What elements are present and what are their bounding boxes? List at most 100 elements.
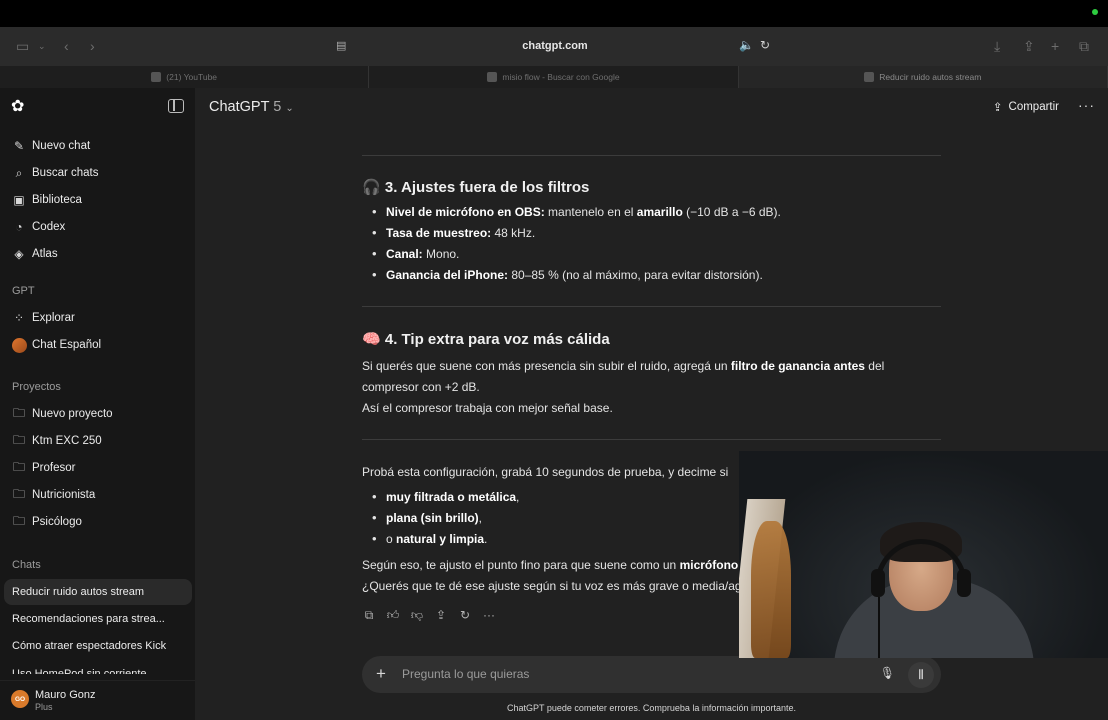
brain-icon: 🧠 [362, 331, 381, 348]
thumbs-up-icon[interactable]: 👍︎ [386, 608, 400, 623]
chat-item[interactable]: Reducir ruido autos stream [4, 579, 192, 605]
chat-item[interactable]: Uso HomePod sin corriente [4, 660, 192, 674]
url-text[interactable]: chatgpt.com [330, 40, 780, 52]
reload-icon[interactable]: ↻ [760, 38, 770, 52]
text: Si querés que suene con más presencia si… [362, 359, 731, 373]
prompt-composer[interactable]: + Pregunta lo que quieras 🎙︎ ⫼ [362, 656, 941, 693]
text: . [484, 532, 488, 546]
sidebar-item-atlas[interactable]: ◈ Atlas [4, 241, 192, 267]
sidebar-item-label: Chat Español [32, 339, 102, 351]
chat-header: ChatGPT 5 ⌄ ⇪ Compartir ··· [195, 88, 1108, 128]
sidebar-toggle-icon[interactable]: ▭ [16, 37, 29, 55]
forward-icon[interactable]: › [90, 37, 95, 55]
divider [362, 439, 941, 440]
new-tab-icon[interactable]: + [1051, 37, 1059, 55]
chevron-down-icon: ⌄ [285, 103, 294, 114]
copy-icon[interactable]: ⧉ [362, 608, 376, 623]
regenerate-icon[interactable]: ↻ [458, 608, 472, 623]
tab-bar: (21) YouTube misio flow - Buscar con Goo… [0, 66, 1108, 88]
folder-icon: 🗀 [12, 432, 25, 447]
list-item: o natural y limpia. [372, 531, 488, 546]
sidebar-item-explore[interactable]: ⁘ Explorar [4, 305, 192, 331]
gpt-heading: GPT [12, 285, 35, 297]
youtube-favicon [151, 72, 162, 82]
edit-icon: ✎ [13, 139, 25, 153]
text: Mono. [422, 247, 460, 261]
download-icon[interactable]: ⤓ [994, 37, 1000, 55]
library-icon: ▣ [13, 193, 25, 207]
new-folder-icon: 🗀 [12, 405, 25, 420]
sidebar-item-label: Biblioteca [32, 194, 82, 206]
sidebar-item-label: Psicólogo [32, 516, 82, 528]
text: , [516, 490, 520, 504]
chevron-down-icon[interactable]: ⌄ [38, 37, 46, 55]
chatgpt-logo-icon[interactable]: ✿ [11, 98, 29, 116]
sidebar-item-label: Ktm EXC 250 [32, 435, 102, 447]
voice-mode-button[interactable]: ⫼ [908, 662, 934, 688]
user-profile[interactable]: GO Mauro Gonz Plus [0, 680, 195, 720]
sidebar-item-project[interactable]: 🗀 Ktm EXC 250 [4, 428, 192, 454]
sidebar-item-label: Nuevo chat [32, 140, 91, 152]
sidebar-item-project[interactable]: 🗀 Psicólogo [4, 509, 192, 535]
bold-text: Nivel de micrófono en OBS: [386, 205, 545, 219]
sidebar-item-project[interactable]: 🗀 Nutricionista [4, 482, 192, 508]
sidebar-item-search-chats[interactable]: ⌕ Buscar chats [4, 160, 192, 186]
sidebar: ✿ ✎ Nuevo chat ⌕ Buscar chats ▣ Biblioteca … [0, 88, 195, 720]
add-icon[interactable]: + [376, 664, 386, 684]
audio-playing-icon[interactable]: 🔈 [739, 38, 754, 52]
list-item: Nivel de micrófono en OBS: mantenelo en … [372, 204, 781, 219]
sidebar-item-label: Explorar [32, 312, 75, 324]
thumbs-down-icon[interactable]: 👎︎ [410, 608, 424, 623]
disclaimer: ChatGPT puede cometer errores. Comprueba… [507, 703, 796, 713]
sidebar-item-label: Nutricionista [32, 489, 96, 501]
text: 80–85 % (no al máximo, para evitar disto… [508, 268, 763, 282]
section-heading: 🧠 4. Tip extra para voz más cálida [362, 330, 610, 348]
sidebar-item-new-project[interactable]: 🗀 Nuevo proyecto [4, 401, 192, 427]
sidebar-item-library[interactable]: ▣ Biblioteca [4, 187, 192, 213]
share-button[interactable]: ⇪ Compartir [993, 100, 1059, 114]
sidebar-item-project[interactable]: 🗀 Profesor [4, 455, 192, 481]
tab-label: Reducir ruido autos stream [879, 72, 982, 82]
tab-chatgpt[interactable]: Reducir ruido autos stream [738, 66, 1108, 88]
text: Según eso, te ajusto el punto fino para … [362, 558, 680, 572]
webcam-headphone-cup [871, 569, 885, 597]
browser-toolbar: ▭ ⌄ ‹ › ▤ chatgpt.com 🔈 ↻ ⤓ ⇪ + ⧉ [0, 27, 1108, 66]
projects-heading: Proyectos [12, 381, 61, 393]
sidebar-item-codex[interactable]: ◔ Codex [4, 214, 192, 240]
model-selector[interactable]: ChatGPT 5 ⌄ [209, 99, 294, 115]
text: (−10 dB a −6 dB). [682, 205, 781, 219]
message-actions: ⧉ 👍︎ 👎︎ ⇪ ↻ ··· [362, 608, 496, 623]
google-favicon [487, 72, 498, 82]
close-sidebar-icon[interactable] [168, 99, 184, 113]
microphone-icon[interactable]: 🎙︎ [880, 666, 895, 680]
avatar: GO [11, 690, 29, 708]
tab-google[interactable]: misio flow - Buscar con Google [369, 66, 739, 88]
paragraph: Según eso, te ajusto el punto fino para … [362, 555, 742, 597]
more-options-icon[interactable]: ··· [1078, 97, 1095, 113]
folder-icon: 🗀 [12, 513, 25, 528]
more-icon[interactable]: ··· [482, 608, 496, 623]
chat-item[interactable]: Cómo atraer espectadores Kick [4, 633, 192, 659]
sidebar-item-label: Codex [32, 221, 66, 233]
compass-icon: ◈ [14, 247, 24, 261]
sidebar-item-new-chat[interactable]: ✎ Nuevo chat [4, 133, 192, 159]
tab-youtube[interactable]: (21) YouTube [0, 66, 370, 88]
codex-icon: ◔ [15, 220, 23, 234]
back-icon[interactable]: ‹ [64, 37, 69, 55]
bold-text: micrófono [679, 558, 739, 572]
bold-text: Ganancia del iPhone: [386, 268, 509, 282]
chat-item[interactable]: Recomendaciones para strea... [4, 606, 192, 632]
sidebar-item-chat-espanol[interactable]: Chat Español [4, 332, 192, 358]
paragraph: Si querés que suene con más presencia si… [362, 356, 942, 419]
share-icon[interactable]: ⇪ [1023, 37, 1035, 55]
bold-text: amarillo [636, 205, 683, 219]
share-icon: ⇪ [992, 102, 1003, 114]
tab-overview-icon[interactable]: ⧉ [1079, 37, 1089, 55]
list-item: muy filtrada o metálica, [372, 489, 520, 504]
waveform-icon: ⫼ [918, 668, 924, 681]
share-icon[interactable]: ⇪ [434, 608, 448, 623]
divider [362, 306, 941, 307]
address-bar[interactable]: ▤ chatgpt.com 🔈 ↻ [330, 34, 780, 60]
prompt-input[interactable]: Pregunta lo que quieras [402, 667, 529, 681]
section-heading: 🎧 3. Ajustes fuera de los filtros [362, 178, 589, 196]
